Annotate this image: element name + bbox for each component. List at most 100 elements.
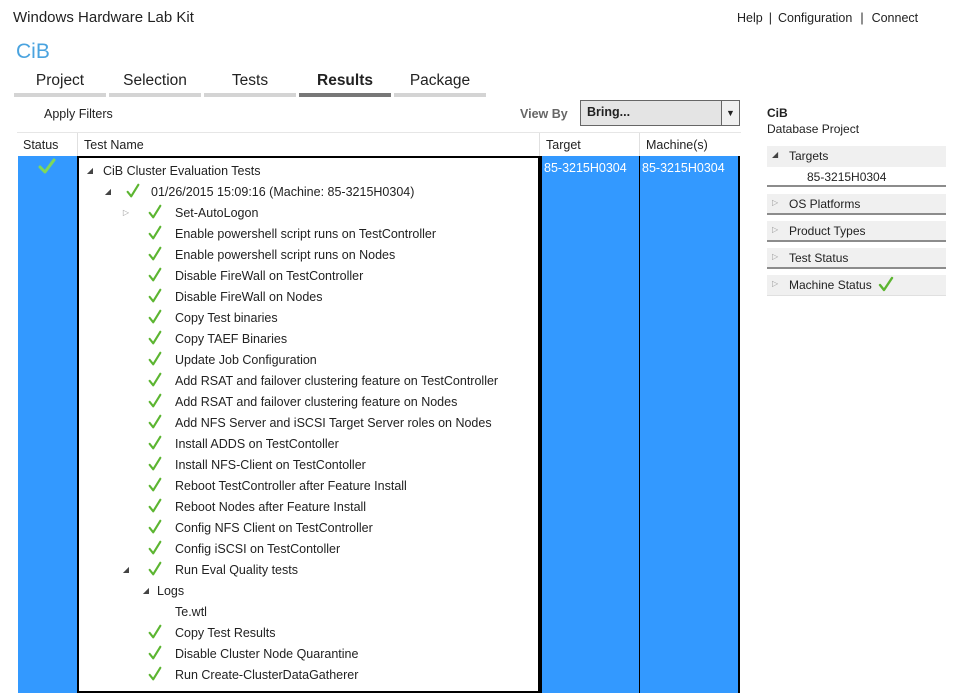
tree-row[interactable]: Copy TAEF Binaries <box>79 329 538 350</box>
collapsed-arrow-icon[interactable]: ▷ <box>772 252 778 261</box>
tree-row-label: Add NFS Server and iSCSI Target Server r… <box>175 416 492 430</box>
tree-row-label: Reboot TestController after Feature Inst… <box>175 479 407 493</box>
filter-section-targets[interactable]: ◢ Targets <box>767 146 946 167</box>
tree-row-label: Disable FireWall on Nodes <box>175 290 323 304</box>
check-icon <box>148 246 162 261</box>
tree-row-label: Disable FireWall on TestController <box>175 269 364 283</box>
tree-row[interactable]: Copy Test binaries <box>79 308 538 329</box>
view-by-dropdown[interactable]: Bring... ▼ <box>580 100 740 126</box>
tree-row-label: Config iSCSI on TestContoller <box>175 542 341 556</box>
check-icon <box>148 414 162 429</box>
column-header-test-name[interactable]: Test Name <box>78 133 540 157</box>
test-name-tree[interactable]: ◢ CiB Cluster Evaluation Tests ◢ 01/26/2015… <box>77 156 540 693</box>
collapsed-arrow-icon[interactable]: ▷ <box>772 225 778 234</box>
tree-row-label: Copy Test Results <box>175 626 276 640</box>
column-header-target[interactable]: Target <box>540 133 640 157</box>
tree-row-label: Config NFS Client on TestController <box>175 521 373 535</box>
filter-section-label: Test Status <box>789 251 849 265</box>
tree-row-label: Te.wtl <box>175 605 207 619</box>
tab-selection[interactable]: Selection <box>109 70 201 97</box>
tree-row[interactable]: Config iSCSI on TestContoller <box>79 539 538 560</box>
filter-section-label: Targets <box>789 149 829 163</box>
column-header-status[interactable]: Status <box>17 133 78 157</box>
tree-row[interactable]: ◢ Run Eval Quality tests <box>79 560 538 581</box>
check-icon <box>148 204 162 219</box>
tree-row[interactable]: Disable FireWall on TestController <box>79 266 538 287</box>
filter-section-test-status[interactable]: ▷ Test Status <box>767 248 946 269</box>
tree-row[interactable]: Enable powershell script runs on TestCon… <box>79 224 538 245</box>
tree-row-label: Add RSAT and failover clustering feature… <box>175 395 458 409</box>
tree-row-label: Install NFS-Client on TestContoller <box>175 458 366 472</box>
expanded-arrow-icon[interactable]: ◢ <box>772 150 778 159</box>
tree-row-label: Run Create-ClusterDataGatherer <box>175 668 359 682</box>
column-header-machines[interactable]: Machine(s) <box>640 133 740 157</box>
tree-row[interactable]: ▷ Set-AutoLogon <box>79 203 538 224</box>
separator: | <box>768 11 772 25</box>
configuration-link[interactable]: Configuration <box>778 11 852 25</box>
tree-row-label: Set-AutoLogon <box>175 206 259 220</box>
grid-header: Status Test Name Target Machine(s) <box>17 132 741 157</box>
view-by-value: Bring... <box>587 105 631 119</box>
collapsed-arrow-icon[interactable]: ▷ <box>772 198 778 207</box>
tree-row-label: Reboot Nodes after Feature Install <box>175 500 367 514</box>
tree-row[interactable]: Update Job Configuration <box>79 350 538 371</box>
results-grid: Status Test Name Target Machine(s) ◢ CiB … <box>17 132 741 693</box>
tree-row[interactable]: Disable Cluster Node Quarantine <box>79 644 538 665</box>
app-title: Windows Hardware Lab Kit <box>13 9 194 26</box>
tree-row[interactable]: Config NFS Client on TestController <box>79 518 538 539</box>
tree-row[interactable]: Enable powershell script runs on Nodes <box>79 245 538 266</box>
target-cell[interactable]: 85-3215H0304 <box>540 156 640 693</box>
check-icon <box>148 645 162 660</box>
tree-row[interactable]: Te.wtl <box>79 602 538 623</box>
expanded-arrow-icon[interactable]: ◢ <box>103 187 113 196</box>
target-value: 85-3215H0304 <box>544 161 627 175</box>
tree-row[interactable]: Reboot TestController after Feature Inst… <box>79 476 538 497</box>
check-icon <box>148 267 162 282</box>
tree-row[interactable]: ◢ 01/26/2015 15:09:16 (Machine: 85-3215H0… <box>79 182 538 203</box>
top-links: Help | Configuration | Connect <box>737 11 918 25</box>
tree-row-label: Run Eval Quality tests <box>175 563 298 577</box>
tree-row[interactable]: Install ADDS on TestContoller <box>79 434 538 455</box>
tab-package[interactable]: Package <box>394 70 486 97</box>
tab-project[interactable]: Project <box>14 70 106 97</box>
tree-row[interactable]: Run Create-ClusterDataGatherer <box>79 665 538 686</box>
filter-section-label: OS Platforms <box>789 197 861 211</box>
tree-row[interactable]: Add RSAT and failover clustering feature… <box>79 392 538 413</box>
check-icon <box>148 540 162 555</box>
apply-filters-button[interactable]: Apply Filters <box>44 107 113 121</box>
connect-link[interactable]: Connect <box>872 11 919 25</box>
tree-row[interactable]: ◢ CiB Cluster Evaluation Tests <box>79 161 538 182</box>
tree-row-label: Disable Cluster Node Quarantine <box>175 647 359 661</box>
tree-row-label: Update Job Configuration <box>175 353 317 367</box>
tree-row-label: Add RSAT and failover clustering feature… <box>175 374 499 388</box>
tree-row[interactable]: Disable FireWall on Nodes <box>79 287 538 308</box>
tree-row-label: Install ADDS on TestContoller <box>175 437 339 451</box>
check-icon <box>148 666 162 681</box>
filter-section-product-types[interactable]: ▷ Product Types <box>767 221 946 242</box>
tree-row[interactable]: Install NFS-Client on TestContoller <box>79 455 538 476</box>
filter-target-item[interactable]: 85-3215H0304 <box>767 166 946 187</box>
tree-row-label: 01/26/2015 15:09:16 (Machine: 85-3215H03… <box>151 185 415 199</box>
filter-section-machine-status[interactable]: ▷ Machine Status <box>767 275 946 296</box>
machine-cell[interactable]: 85-3215H0304 <box>640 156 740 693</box>
chevron-down-icon[interactable]: ▼ <box>721 101 739 125</box>
expanded-arrow-icon[interactable]: ◢ <box>121 565 131 574</box>
machine-value: 85-3215H0304 <box>642 161 725 175</box>
check-icon <box>148 498 162 513</box>
collapsed-arrow-icon[interactable]: ▷ <box>772 279 778 288</box>
status-cell[interactable] <box>18 156 77 693</box>
help-link[interactable]: Help <box>737 11 763 25</box>
tree-row[interactable]: ◢ Logs <box>79 581 538 602</box>
filter-section-label: Product Types <box>789 224 866 238</box>
expanded-arrow-icon[interactable]: ◢ <box>85 166 95 175</box>
tree-row-label: CiB Cluster Evaluation Tests <box>103 164 261 178</box>
tree-row[interactable]: Copy Test Results <box>79 623 538 644</box>
tree-row[interactable]: Reboot Nodes after Feature Install <box>79 497 538 518</box>
tree-row[interactable]: Add NFS Server and iSCSI Target Server r… <box>79 413 538 434</box>
tab-tests[interactable]: Tests <box>204 70 296 97</box>
filter-section-os-platforms[interactable]: ▷ OS Platforms <box>767 194 946 215</box>
tree-row[interactable]: Add RSAT and failover clustering feature… <box>79 371 538 392</box>
collapsed-arrow-icon[interactable]: ▷ <box>121 208 131 217</box>
tab-results[interactable]: Results <box>299 70 391 97</box>
expanded-arrow-icon[interactable]: ◢ <box>141 586 151 595</box>
